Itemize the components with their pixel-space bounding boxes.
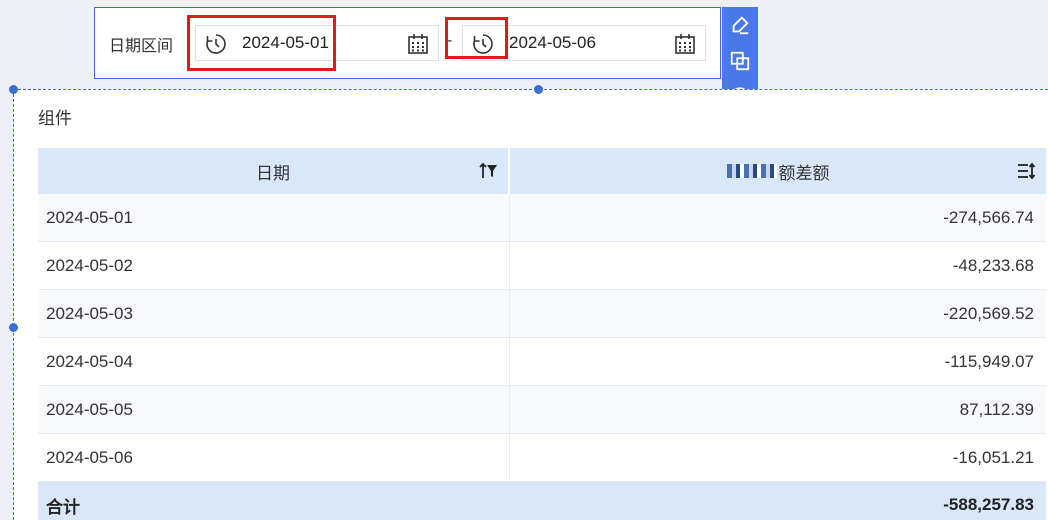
table-row[interactable]: 2024-05-04 -115,949.07 <box>38 338 1046 386</box>
column-header-amount[interactable]: 额差额 <box>510 148 1046 194</box>
clock-icon[interactable] <box>204 32 228 56</box>
sort-filter-icon[interactable] <box>478 161 498 181</box>
start-date-value: 2024-05-01 <box>242 33 329 52</box>
table-header: 日期 额差额 <box>38 148 1046 194</box>
cell-amount: -274,566.74 <box>943 207 1034 227</box>
end-date-input[interactable]: 2024-05-06 <box>462 25 706 61</box>
data-table: 日期 额差额 2024-05-01 -274,566.74 2024-05-02… <box>38 148 1046 520</box>
column-header-label: 日期 <box>256 163 290 183</box>
filter-label: 日期区间 <box>109 38 174 55</box>
component-title: 组件 <box>38 109 72 128</box>
table-component[interactable]: 组件 日期 额差额 2024-05-01 -274,566.74 2024-05… <box>13 89 1048 520</box>
column-header-label: 额差额 <box>778 163 830 183</box>
cell-amount: -115,949.07 <box>944 351 1034 371</box>
cell-amount: -48,233.68 <box>952 255 1034 275</box>
copy-icon <box>730 51 750 71</box>
cell-date: 2024-05-05 <box>38 386 510 433</box>
cell-date: 2024-05-01 <box>38 194 510 241</box>
resize-handle[interactable] <box>9 85 18 94</box>
cell-date: 2024-05-02 <box>38 242 510 289</box>
calendar-icon[interactable] <box>673 32 697 56</box>
total-label: 合计 <box>38 482 510 520</box>
clock-icon[interactable] <box>471 32 495 56</box>
edit-icon <box>732 16 749 35</box>
resize-handle[interactable] <box>9 323 18 332</box>
copy-button[interactable] <box>726 47 754 75</box>
total-value: -588,257.83 <box>943 495 1034 514</box>
cell-date: 2024-05-03 <box>38 290 510 337</box>
calendar-icon[interactable] <box>406 32 430 56</box>
resize-handle[interactable] <box>534 85 543 94</box>
column-header-date[interactable]: 日期 <box>38 148 510 194</box>
cell-date: 2024-05-06 <box>38 434 510 481</box>
cell-date: 2024-05-04 <box>38 338 510 385</box>
date-range-filter: 日期区间 2024-05-01 - 2024-05-06 <box>94 7 721 79</box>
cell-amount: -220,569.52 <box>943 303 1034 323</box>
cell-amount: -16,051.21 <box>952 447 1034 467</box>
table-row[interactable]: 2024-05-06 -16,051.21 <box>38 434 1046 482</box>
table-row[interactable]: 2024-05-05 87,112.39 <box>38 386 1046 434</box>
table-row[interactable]: 2024-05-01 -274,566.74 <box>38 194 1046 242</box>
table-row[interactable]: 2024-05-02 -48,233.68 <box>38 242 1046 290</box>
end-date-value: 2024-05-06 <box>509 33 596 52</box>
table-row[interactable]: 2024-05-03 -220,569.52 <box>38 290 1046 338</box>
range-separator: - <box>447 32 453 49</box>
redacted-text <box>726 164 777 178</box>
sort-icon[interactable] <box>1016 161 1036 181</box>
edit-button[interactable] <box>726 11 754 39</box>
table-body: 2024-05-01 -274,566.74 2024-05-02 -48,23… <box>38 194 1046 482</box>
cell-amount: 87,112.39 <box>959 399 1034 419</box>
start-date-input[interactable]: 2024-05-01 <box>195 25 439 61</box>
total-row: 合计 -588,257.83 <box>38 482 1046 520</box>
